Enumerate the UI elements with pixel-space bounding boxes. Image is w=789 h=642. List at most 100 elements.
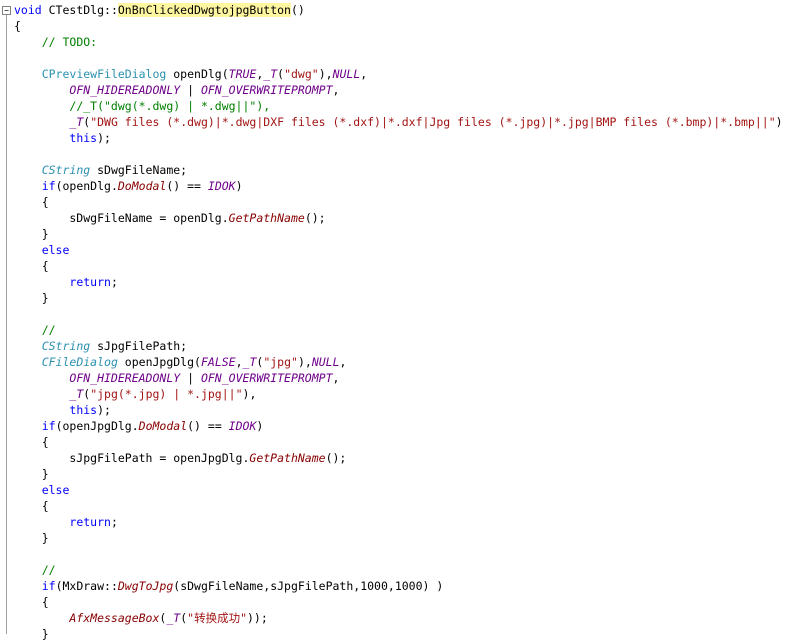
code-line[interactable]: AfxMessageBox(_T("转换成功")); xyxy=(14,610,789,626)
code-token: CTestDlg:: xyxy=(41,3,118,17)
code-line[interactable]: } xyxy=(14,466,789,482)
code-token: "dwg" xyxy=(284,67,319,81)
code-token: ), xyxy=(242,387,257,401)
code-token: } xyxy=(14,467,49,481)
code-line[interactable]: return; xyxy=(14,274,789,290)
code-token: _T xyxy=(263,67,278,81)
code-token: this xyxy=(69,403,98,417)
code-line[interactable]: else xyxy=(14,242,789,258)
code-line[interactable]: sDwgFileName = openDlg.GetPathName(); xyxy=(14,210,789,226)
code-line[interactable]: } xyxy=(14,530,789,546)
code-token: OFN_HIDEREADONLY xyxy=(69,83,181,97)
code-token: { xyxy=(14,19,21,33)
code-line[interactable]: this); xyxy=(14,130,789,146)
code-token: ) xyxy=(235,179,243,193)
code-token: AfxMessageBox xyxy=(69,611,160,625)
code-token: NULL xyxy=(311,355,340,369)
code-token: ) xyxy=(256,419,264,433)
code-line[interactable]: if(MxDraw::DwgToJpg(sDwgFileName,sJpgFil… xyxy=(14,578,789,594)
code-line[interactable]: if(openDlg.DoModal() == IDOK) xyxy=(14,178,789,194)
code-line[interactable]: _T("jpg(*.jpg) | *.jpg||"), xyxy=(14,386,789,402)
code-token: ), xyxy=(297,355,312,369)
code-token: ; xyxy=(110,275,118,289)
code-token: , xyxy=(360,67,368,81)
code-token: NULL xyxy=(332,67,361,81)
code-line[interactable]: if(openJpgDlg.DoModal() == IDOK) xyxy=(14,418,789,434)
code-line[interactable]: { xyxy=(14,258,789,274)
code-token: { xyxy=(14,435,49,449)
code-line[interactable]: //_T("dwg(*.dwg) | *.dwg||"), xyxy=(14,98,789,114)
code-token: // TODO: xyxy=(41,35,98,49)
code-line[interactable]: return; xyxy=(14,514,789,530)
code-token: } xyxy=(14,627,49,641)
code-token: ), xyxy=(318,67,333,81)
code-token: (); xyxy=(304,211,326,225)
code-editor[interactable]: − void CTestDlg::OnBnClickedDwgtojpgButt… xyxy=(0,0,789,641)
code-line[interactable]: { xyxy=(14,594,789,610)
code-line[interactable]: } xyxy=(14,290,789,306)
code-token: CPreviewFileDialog xyxy=(41,67,167,81)
code-token: DoModal xyxy=(117,179,167,193)
code-line[interactable]: this); xyxy=(14,402,789,418)
code-token: if xyxy=(41,179,56,193)
code-line[interactable]: _T("DWG files (*.dwg)|*.dwg|DXF files (*… xyxy=(14,114,789,130)
code-line[interactable]: else xyxy=(14,482,789,498)
code-token: GetPathName xyxy=(228,211,305,225)
code-line[interactable] xyxy=(14,146,789,162)
code-line[interactable]: } xyxy=(14,226,789,242)
code-token: (); xyxy=(325,451,347,465)
code-token: ; xyxy=(110,515,118,529)
code-token: "jpg(*.jpg) | *.jpg||" xyxy=(90,387,243,401)
code-line[interactable]: { xyxy=(14,498,789,514)
code-token: return xyxy=(69,515,111,529)
code-token: "DWG files (*.dwg)|*.dwg|DXF files (*.dx… xyxy=(90,115,776,129)
code-line[interactable]: { xyxy=(14,18,789,34)
code-line[interactable]: // xyxy=(14,322,789,338)
code-token: sDwgFileName = openDlg. xyxy=(14,211,229,225)
code-line[interactable] xyxy=(14,306,789,322)
code-token: //_T("dwg(*.dwg) | *.dwg||"), xyxy=(69,99,271,113)
collapse-icon[interactable]: − xyxy=(2,6,11,15)
code-token: )); xyxy=(247,611,268,625)
code-token: sJpgFilePath = openJpgDlg. xyxy=(14,451,250,465)
code-line[interactable] xyxy=(14,546,789,562)
code-token: | xyxy=(180,371,201,385)
code-token: } xyxy=(14,227,49,241)
code-line[interactable]: // xyxy=(14,562,789,578)
code-token: GetPathName xyxy=(249,451,326,465)
code-line[interactable]: CString sDwgFileName; xyxy=(14,162,789,178)
code-text-area[interactable]: void CTestDlg::OnBnClickedDwgtojpgButton… xyxy=(14,2,789,642)
code-line[interactable]: CFileDialog openJpgDlg(FALSE,_T("jpg"),N… xyxy=(14,354,789,370)
code-line[interactable]: OFN_HIDEREADONLY | OFN_OVERWRITEPROMPT, xyxy=(14,370,789,386)
code-line[interactable]: CString sJpgFilePath; xyxy=(14,338,789,354)
code-line[interactable] xyxy=(14,50,789,66)
code-line[interactable]: OFN_HIDEREADONLY | OFN_OVERWRITEPROMPT, xyxy=(14,82,789,98)
code-line[interactable]: sJpgFilePath = openJpgDlg.GetPathName(); xyxy=(14,450,789,466)
code-token: } xyxy=(14,291,49,305)
code-line[interactable]: { xyxy=(14,194,789,210)
code-line[interactable]: void CTestDlg::OnBnClickedDwgtojpgButton… xyxy=(14,2,789,18)
code-token: sJpgFilePath; xyxy=(90,339,188,353)
code-line[interactable]: { xyxy=(14,434,789,450)
code-line[interactable]: // TODO: xyxy=(14,34,789,50)
code-line[interactable]: CPreviewFileDialog openDlg(TRUE,_T("dwg"… xyxy=(14,66,789,82)
code-token: { xyxy=(14,595,49,609)
code-line[interactable]: } xyxy=(14,626,789,642)
code-token: openDlg( xyxy=(166,67,229,81)
code-token: OFN_OVERWRITEPROMPT xyxy=(200,83,333,97)
code-token: ); xyxy=(97,403,111,417)
code-token: () == xyxy=(187,419,229,433)
code-token: // xyxy=(41,323,56,337)
